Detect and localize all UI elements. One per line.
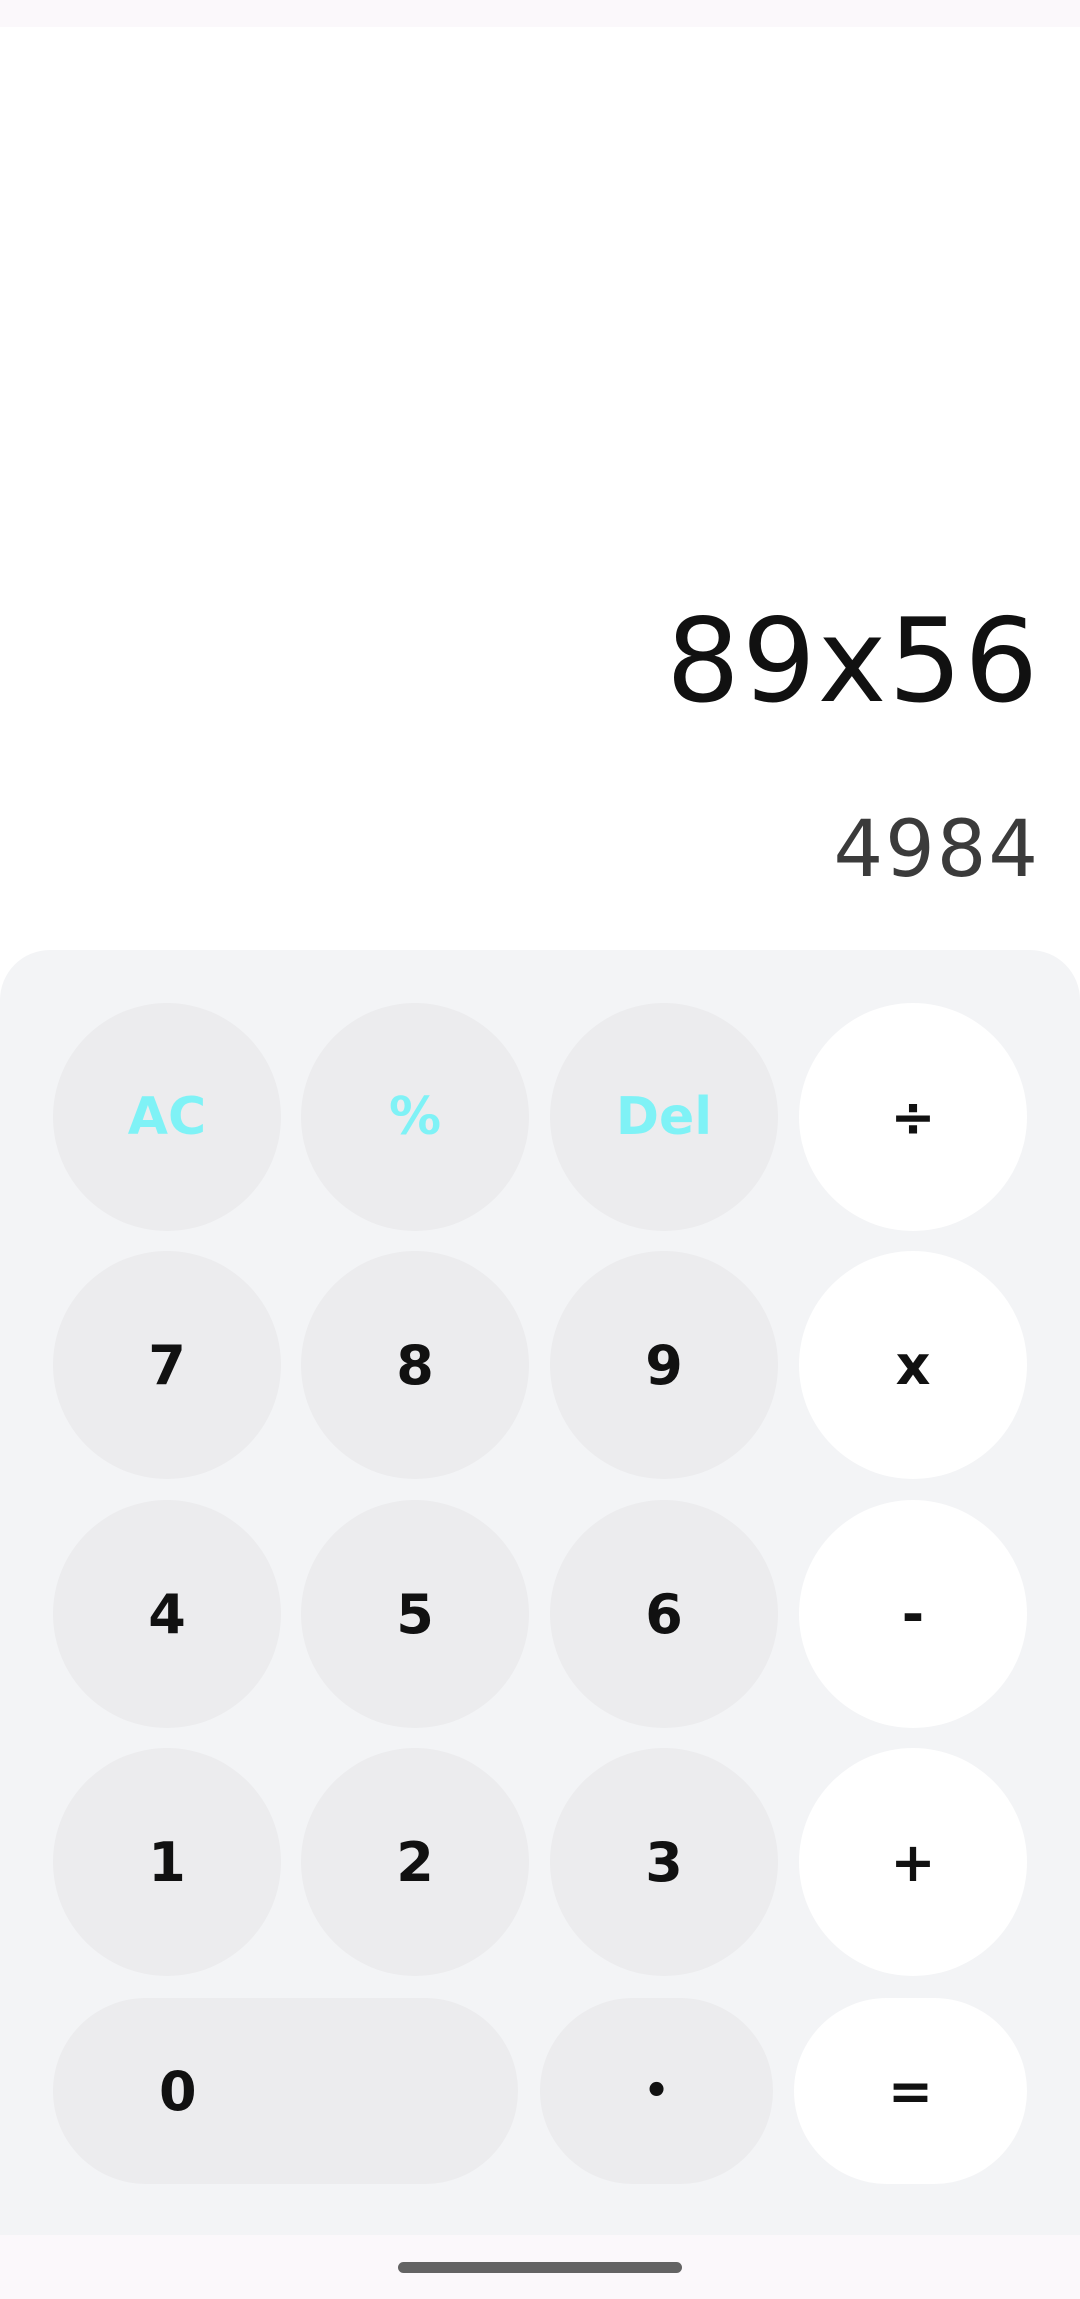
digit-6-button[interactable]: 6 [550,1500,778,1728]
equals-button[interactable]: = [794,1998,1027,2184]
home-indicator[interactable] [398,2262,682,2273]
navigation-bar [0,2235,1080,2299]
digit-0-button[interactable]: 0 [53,1998,518,2184]
digit-5-button[interactable]: 5 [301,1500,529,1728]
expression-display: 89x56 [666,594,1040,729]
display-area: 89x56 4984 [0,27,1080,952]
digit-2-button[interactable]: 2 [301,1748,529,1976]
delete-button[interactable]: Del [550,1003,778,1231]
percent-button[interactable]: % [301,1003,529,1231]
clear-button[interactable]: AC [53,1003,281,1231]
subtract-button[interactable]: - [799,1500,1027,1728]
divide-button[interactable]: ÷ [799,1003,1027,1231]
digit-4-button[interactable]: 4 [53,1500,281,1728]
status-bar [0,0,1080,27]
digit-9-button[interactable]: 9 [550,1251,778,1479]
digit-8-button[interactable]: 8 [301,1251,529,1479]
decimal-button[interactable]: • [540,1998,773,2184]
multiply-button[interactable]: x [799,1251,1027,1479]
digit-3-button[interactable]: 3 [550,1748,778,1976]
add-button[interactable]: + [799,1748,1027,1976]
digit-1-button[interactable]: 1 [53,1748,281,1976]
result-display: 4984 [833,805,1040,895]
digit-7-button[interactable]: 7 [53,1251,281,1479]
calculator-screen: 89x56 4984 AC % Del ÷ 7 8 9 x 4 5 6 - 1 … [0,0,1080,2299]
